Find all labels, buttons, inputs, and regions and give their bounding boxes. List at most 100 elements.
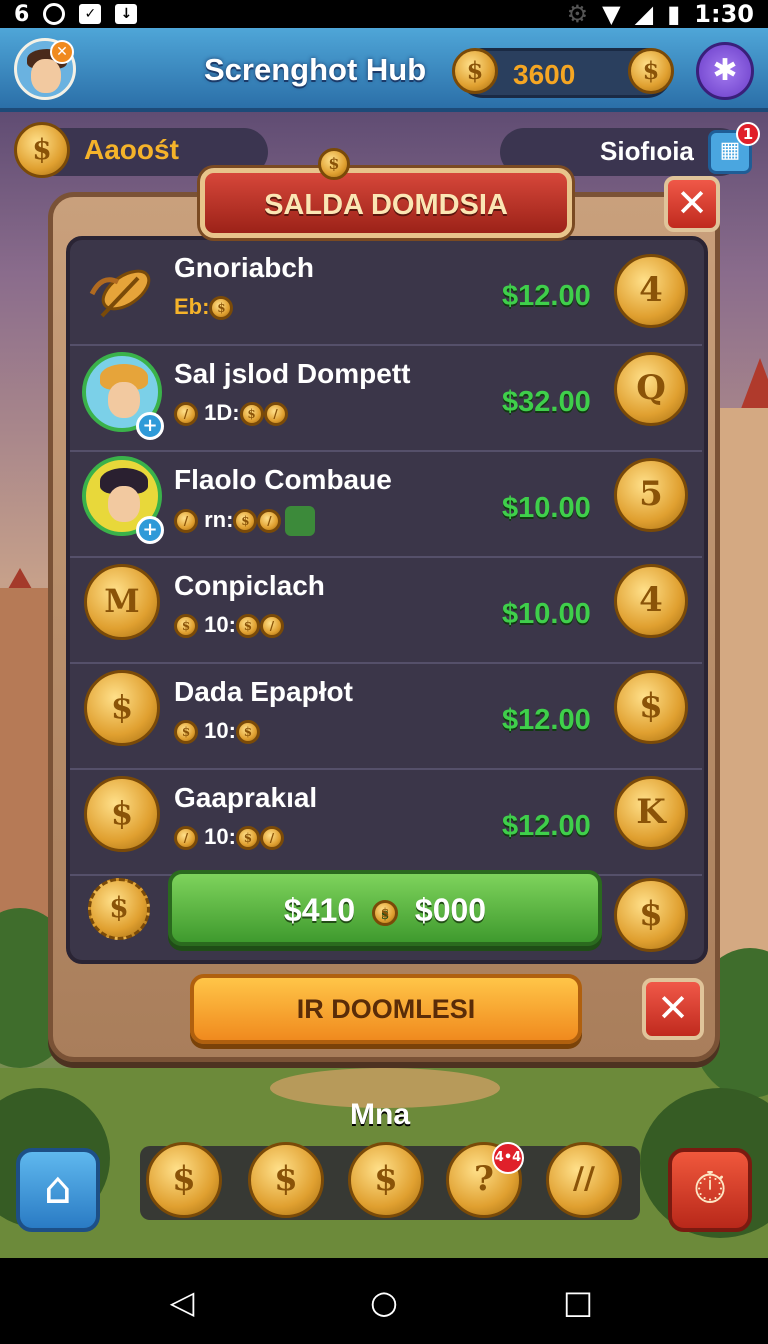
shop-item[interactable]: + Sal jslod Dompett / 1D: $ / $32.00 Q xyxy=(70,346,702,452)
item-cost: $ 10: $ xyxy=(174,718,260,745)
notification-badge: 1 xyxy=(736,122,760,146)
status-time: 1:30 xyxy=(694,0,754,28)
gear-coin-icon: $ xyxy=(88,878,150,940)
dock-coin-button[interactable]: // xyxy=(546,1142,622,1218)
item-price: $10.00 xyxy=(502,492,591,524)
confirm-button-label: IR DOOMLESI xyxy=(296,994,476,1024)
item-name: Dada Epapłot xyxy=(174,676,353,707)
add-icon: + xyxy=(136,516,164,544)
coin-icon: $ xyxy=(209,296,234,321)
gem-icon xyxy=(285,506,316,536)
shop-item[interactable]: Gnoriabch Eb: $ $12.00 4 xyxy=(70,240,702,346)
coin-icon: $ xyxy=(174,720,198,745)
item-price: $32.00 xyxy=(502,386,591,418)
dock-label: Mna xyxy=(350,1098,410,1131)
coin-icon: $ xyxy=(235,826,260,851)
currency-label: Aaoośt xyxy=(84,134,179,165)
help-badge: 4•4 xyxy=(492,1142,524,1174)
purchase-price-right: $000 xyxy=(414,892,487,928)
item-price: $12.00 xyxy=(502,704,591,736)
dialog-title: SALDA DOMDSIA xyxy=(264,189,508,221)
shop-item[interactable]: M Conpiclach $ 10: $ / $10.00 4 xyxy=(70,558,702,664)
calendar-label: Siofıoia xyxy=(600,136,694,166)
back-icon[interactable]: ◁ xyxy=(164,1284,200,1320)
item-cost-prefix: 10: xyxy=(204,718,236,743)
dialog-title-banner: SALDA DOMDSIA xyxy=(200,168,572,238)
status-circle-icon xyxy=(43,3,66,25)
coin-icon: / xyxy=(174,402,198,427)
buy-coin-button[interactable]: Q xyxy=(614,352,688,426)
buy-coin-button[interactable]: 4 xyxy=(614,254,688,328)
coin-balance-value: 3600 xyxy=(513,59,576,90)
item-cost-prefix: 1D: xyxy=(204,400,240,425)
coin-icon: / xyxy=(263,402,288,427)
item-name: Gnoriabch xyxy=(174,252,315,283)
item-cost: / 1D: $ / xyxy=(174,400,288,427)
item-name: Gaaprakıal xyxy=(174,782,318,813)
add-icon: + xyxy=(136,412,164,440)
coin-icon: $ xyxy=(235,614,260,639)
item-cost-prefix: Eb: xyxy=(174,294,210,319)
buy-coin-button[interactable]: $ xyxy=(614,878,688,952)
settings-button[interactable]: ✱ xyxy=(696,42,754,100)
buy-coin-button[interactable]: $ xyxy=(614,670,688,744)
system-nav-bar: ◁ ○ □ xyxy=(0,1258,768,1344)
avatar-face xyxy=(31,59,61,93)
settings-gear-status-icon: ⚙ xyxy=(566,0,589,28)
signal-icon: ◢ xyxy=(634,0,654,28)
item-cost: / 10: $ / xyxy=(174,824,284,851)
coin-icon: $ xyxy=(174,614,198,639)
coin-icon: $ xyxy=(452,48,498,94)
dock-coin-button[interactable]: $ xyxy=(248,1142,324,1218)
item-coin-icon: M xyxy=(84,564,160,640)
shop-item[interactable]: + Flaolo Combaue / rn: $ / $10.00 5 xyxy=(70,452,702,558)
item-name: Conpiclach xyxy=(174,570,325,601)
coin-icon: / xyxy=(259,826,284,851)
coin-icon: / xyxy=(257,509,282,533)
character-face xyxy=(108,486,140,522)
coin-icon: $ xyxy=(239,402,264,427)
buy-coin-button[interactable]: K xyxy=(614,776,688,850)
status-check-icon: ✓ xyxy=(79,4,102,24)
status-download-icon: ↓ xyxy=(115,4,138,24)
timer-button[interactable]: ⏱ xyxy=(668,1148,752,1232)
home-nav-icon[interactable]: ○ xyxy=(366,1284,402,1320)
battery-icon: ▮ xyxy=(667,0,681,28)
shop-item[interactable]: $ Gaaprakıal / 10: $ / $12.00 K xyxy=(70,770,702,876)
item-cost-prefix: rn: xyxy=(204,506,234,532)
confirm-button[interactable]: IR DOOMLESI xyxy=(190,974,582,1044)
avatar-badge: ✕ xyxy=(50,40,74,64)
purchase-button-label: $410 $ $000 xyxy=(172,892,598,929)
item-cost: / rn: $ / xyxy=(174,506,316,536)
coin-icon: $ xyxy=(14,122,70,178)
coin-icon: / xyxy=(174,826,198,851)
item-price: $10.00 xyxy=(502,598,591,630)
add-coins-button[interactable]: $ xyxy=(628,48,674,94)
coin-icon: / xyxy=(259,614,284,639)
dock-coin-button[interactable]: $ xyxy=(348,1142,424,1218)
shop-item[interactable]: $ Dada Epapłot $ 10: $ $12.00 $ xyxy=(70,664,702,770)
buy-coin-button[interactable]: 5 xyxy=(614,458,688,532)
recents-icon[interactable]: □ xyxy=(560,1284,596,1320)
character-face xyxy=(108,382,140,418)
item-name: Sal jslod Dompett xyxy=(174,358,411,389)
status-notification-count: 6 xyxy=(14,1,30,27)
close-dialog-button[interactable]: ✕ xyxy=(664,176,720,232)
coin-icon: $ xyxy=(233,509,258,533)
item-cost: $ 10: $ / xyxy=(174,612,284,639)
status-bar: 6 ✓ ↓ ⚙ ▼ ◢ ▮ 1:30 xyxy=(0,0,768,28)
banner-coin-icon: $ xyxy=(318,148,350,180)
item-cost: Eb: $ xyxy=(174,294,234,321)
dock-coin-button[interactable]: $ xyxy=(146,1142,222,1218)
purchase-button[interactable]: $410 $ $000 xyxy=(168,870,602,946)
buy-coin-button[interactable]: 4 xyxy=(614,564,688,638)
coin-icon: $ xyxy=(372,899,398,926)
cancel-button[interactable]: ✕ xyxy=(642,978,704,1040)
home-button[interactable]: ⌂ xyxy=(16,1148,100,1232)
feather-icon xyxy=(82,254,162,334)
coin-icon: / xyxy=(174,509,198,533)
wifi-icon: ▼ xyxy=(602,0,621,28)
item-cost-prefix: 10: xyxy=(204,824,236,849)
item-price: $12.00 xyxy=(502,810,591,842)
item-cost-prefix: 10: xyxy=(204,612,236,637)
